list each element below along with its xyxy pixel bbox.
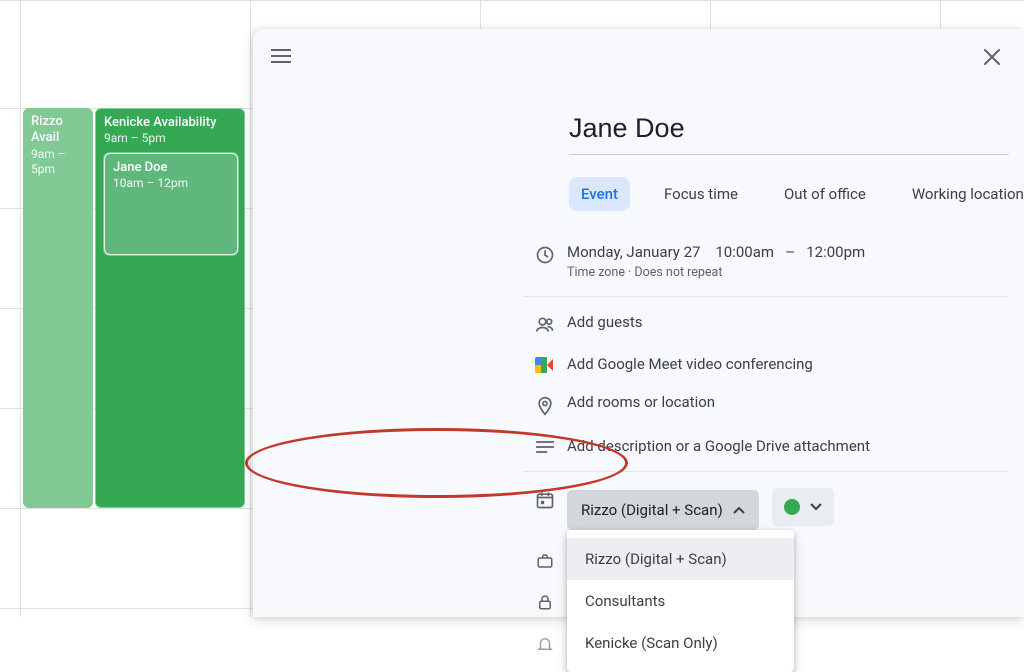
google-meet-icon [523, 355, 567, 373]
event-type-tabs: Event Focus time Out of office Working l… [569, 177, 1024, 211]
dropdown-option-rizzo[interactable]: Rizzo (Digital + Scan) [567, 538, 794, 580]
event-rizzo-availability[interactable]: Rizzo Avail 9am – 5pm [23, 108, 93, 508]
timezone-recurrence-sub[interactable]: Time zone · Does not repeat [567, 265, 1009, 280]
calendar-select[interactable]: Rizzo (Digital + Scan) [567, 490, 759, 530]
add-meet-label[interactable]: Add Google Meet video conferencing [567, 355, 1009, 373]
people-icon [523, 313, 567, 335]
event-create-panel: Event Focus time Out of office Working l… [253, 29, 1024, 617]
calendar-select-value: Rizzo (Digital + Scan) [581, 501, 723, 519]
event-time: 10am – 12pm [113, 176, 229, 191]
row-meet[interactable]: Add Google Meet video conferencing [523, 345, 1009, 383]
dropdown-option-consultants[interactable]: Consultants [567, 580, 794, 622]
briefcase-icon [523, 550, 567, 570]
caret-down-icon [810, 503, 822, 511]
event-time: 9am – 5pm [31, 147, 85, 177]
add-description-label[interactable]: Add description or a Google Drive attach… [567, 437, 1009, 455]
tab-out-of-office[interactable]: Out of office [772, 177, 878, 211]
calendar-event-icon [523, 488, 567, 510]
calendar-select-dropdown: Rizzo (Digital + Scan) Consultants Kenic… [567, 530, 794, 672]
event-end-time[interactable]: 12:00pm [806, 243, 865, 261]
add-location-label[interactable]: Add rooms or location [567, 393, 1009, 411]
row-calendar: Rizzo (Digital + Scan) Rizzo (Digital + … [523, 478, 1009, 540]
tab-working-location[interactable]: Working location NEW [900, 177, 1024, 211]
event-title-input[interactable] [569, 109, 1009, 155]
tab-event[interactable]: Event [569, 177, 630, 211]
dropdown-option-kenicke[interactable]: Kenicke (Scan Only) [567, 622, 794, 664]
location-pin-icon [523, 393, 567, 417]
event-color-select[interactable] [772, 488, 834, 526]
row-guests[interactable]: Add guests [523, 303, 1009, 345]
event-start-time[interactable]: 10:00am [715, 243, 774, 261]
row-datetime[interactable]: Monday, January 27 10:00am – 12:00pm Tim… [523, 233, 1009, 290]
row-location[interactable]: Add rooms or location [523, 383, 1009, 427]
event-title: Kenicke Availability [104, 115, 236, 131]
add-guests-label[interactable]: Add guests [567, 313, 1009, 331]
color-dot [784, 499, 800, 515]
event-date[interactable]: Monday, January 27 [567, 243, 700, 261]
drag-handle-icon[interactable] [271, 49, 291, 63]
lock-icon [523, 590, 567, 612]
close-icon[interactable] [982, 47, 1002, 67]
description-icon [523, 437, 567, 455]
event-title: Jane Doe [113, 160, 229, 176]
tab-focus-time[interactable]: Focus time [652, 177, 750, 211]
event-time: 9am – 5pm [104, 131, 236, 146]
event-title: Rizzo Avail [31, 114, 85, 147]
caret-up-icon [733, 506, 745, 514]
row-description[interactable]: Add description or a Google Drive attach… [523, 427, 1009, 465]
event-jane-doe[interactable]: Jane Doe 10am – 12pm [104, 153, 238, 255]
clock-icon [523, 243, 567, 265]
bell-icon [523, 632, 567, 654]
